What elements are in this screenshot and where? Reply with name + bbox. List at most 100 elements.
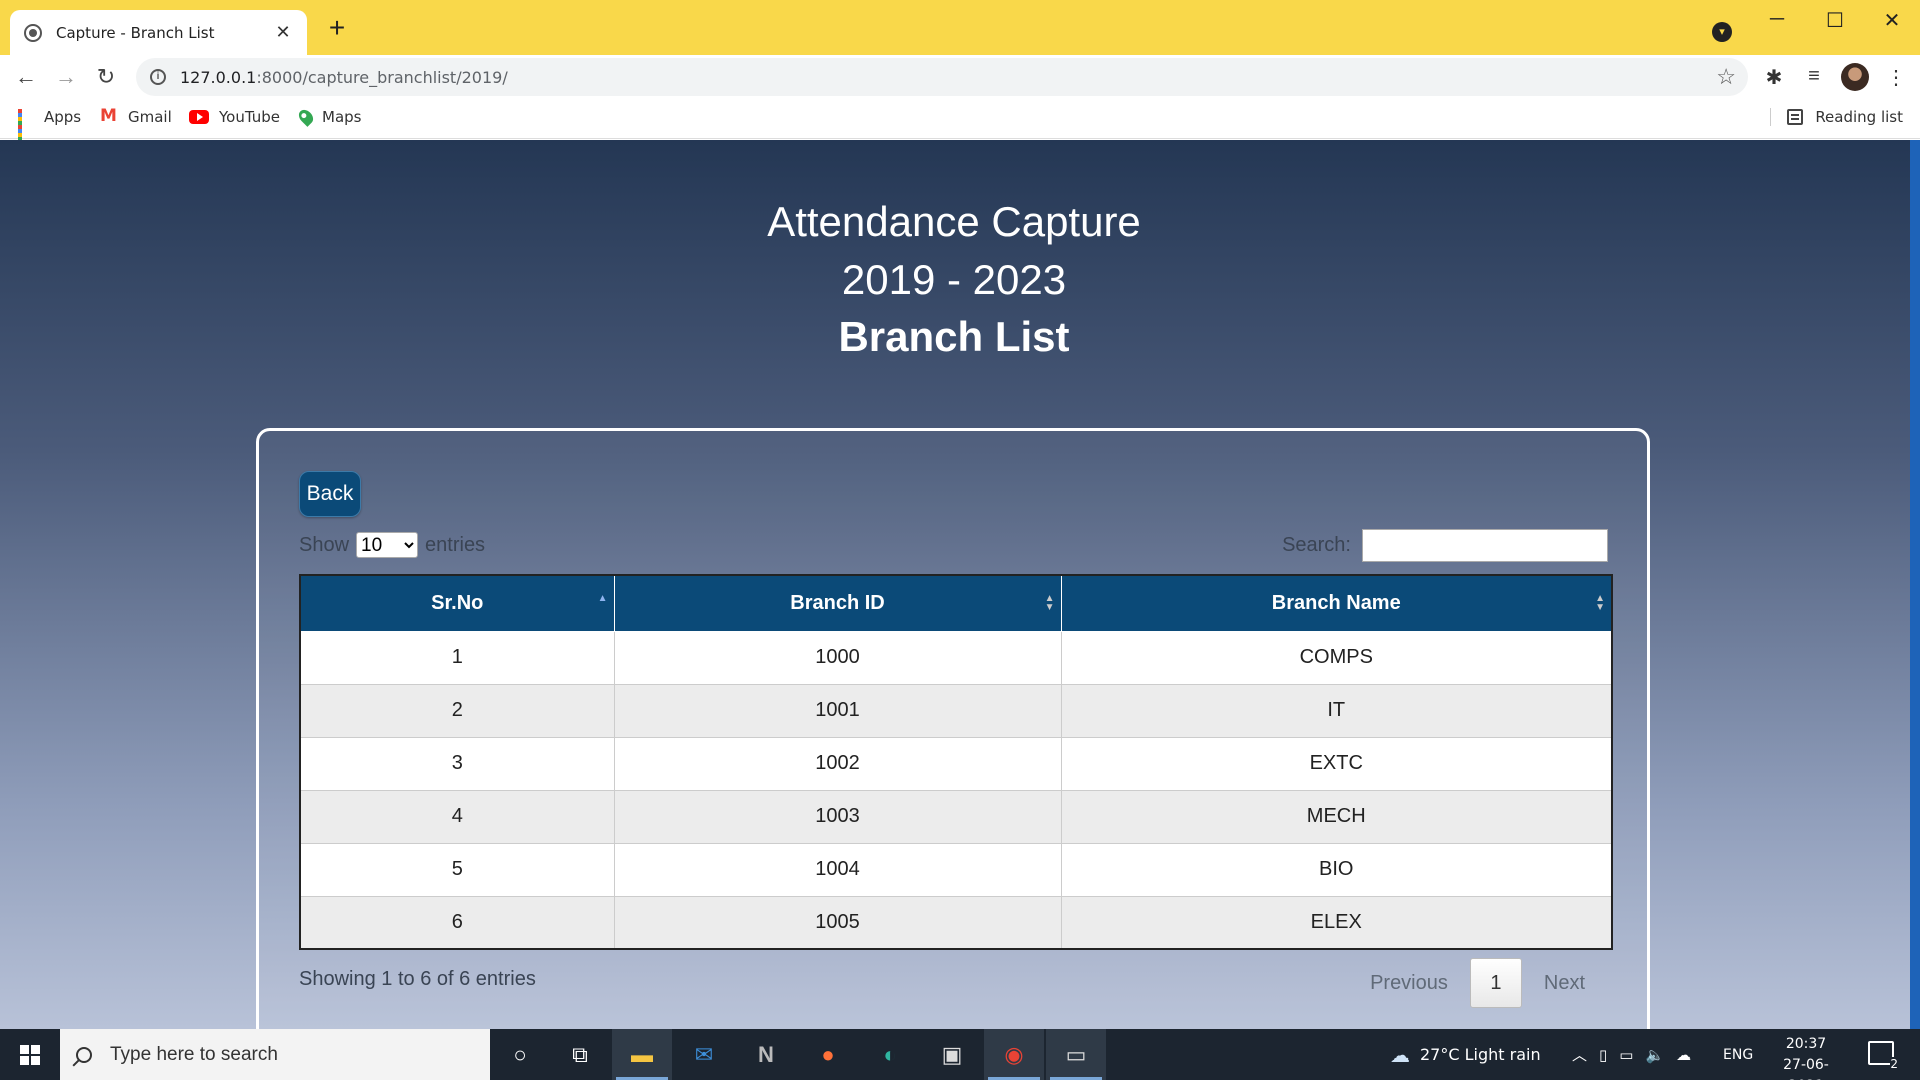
tab-search-icon[interactable]: ▾ [1712,22,1732,42]
table-row: 2 1001 IT [299,684,1613,738]
bookmark-maps[interactable]: Maps [296,107,361,127]
tab-close-button[interactable]: ✕ [273,22,293,43]
profile-avatar[interactable] [1841,63,1869,91]
maps-icon [296,107,316,127]
bookmark-youtube[interactable]: YouTube [189,108,280,126]
media-control-icon[interactable]: ≡ [1800,65,1828,88]
cell-sr-no: 1 [299,631,615,685]
reading-list-label: Reading list [1815,108,1903,126]
bookmark-label: Gmail [128,108,172,126]
bookmark-label: Apps [44,108,82,126]
extensions-icon[interactable]: ✱ [1760,65,1788,90]
apps-grid-icon [18,109,34,145]
chevron-up-icon[interactable]: ︿ [1572,1044,1587,1065]
store-icon[interactable]: ▣ [922,1029,982,1080]
back-button[interactable]: Back [299,471,361,517]
bookmarks-bar: Apps Gmail YouTube Maps Reading list [0,99,1920,145]
previous-page-button[interactable]: Previous [1348,972,1470,995]
current-page-button[interactable]: 1 [1469,958,1522,1008]
column-header-label: Sr.No [431,591,484,614]
windows-start-icon[interactable] [20,1045,40,1065]
chrome-icon[interactable]: ◉ [984,1029,1044,1080]
branch-list-panel: Back Show 102550100 entries Search: Sr.N… [256,428,1650,1029]
cell-branch-id: 1005 [613,896,1062,950]
close-window-button[interactable]: ✕ [1872,8,1912,33]
task-view-icon[interactable]: ⧉ [550,1029,610,1080]
clock-date: 27-06-2021 [1783,1057,1829,1080]
terminal-icon[interactable]: ▭ [1046,1029,1106,1080]
device-icon[interactable]: ▯ [1599,1046,1607,1064]
reading-list-icon [1787,109,1804,125]
minimize-button[interactable]: ─ [1757,8,1797,31]
file-explorer-icon[interactable]: ▬ [612,1029,672,1080]
page-title: Attendance Capture [767,198,1141,245]
reading-list-button[interactable]: Reading list [1770,108,1903,126]
battery-icon[interactable]: ▭ [1619,1046,1633,1064]
bookmark-gmail[interactable]: Gmail [100,106,172,126]
pagination: Previous 1 Next [1348,958,1607,1008]
system-clock[interactable]: 20:37 27-06-2021 [1766,1034,1846,1080]
maximize-button[interactable]: ☐ [1815,8,1855,33]
mail-icon[interactable]: ✉ [674,1029,734,1080]
gmail-icon [100,106,118,126]
search-label: Search: [1282,534,1351,556]
firefox-icon[interactable]: ● [798,1029,858,1080]
language-indicator[interactable]: ENG [1723,1029,1753,1080]
search-input[interactable] [1362,529,1608,562]
table-row: 5 1004 BIO [299,843,1613,897]
cell-branch-name: IT [1060,684,1613,738]
new-tab-button[interactable]: + [322,14,352,44]
sort-both-icon: ▲ ▼ [1044,593,1055,613]
notion-icon[interactable]: N [736,1029,796,1080]
sort-ascending-icon: ▲ [597,593,608,604]
browser-tab[interactable]: Capture - Branch List ✕ [10,10,307,55]
onedrive-icon[interactable]: ☁ [1676,1046,1691,1064]
edge-icon[interactable]: ◐ [860,1029,920,1080]
column-header-branch-id[interactable]: Branch ID ▲ ▼ [613,575,1062,632]
search-control: Search: [1282,529,1608,562]
branch-table: Sr.No ▲ Branch ID ▲▼ Branch Name ▲▼ 1 [299,574,1613,950]
address-bar[interactable]: i 127.0.0.1:8000/capture_branchlist/2019… [136,58,1748,96]
site-info-icon[interactable]: i [150,69,166,85]
back-arrow-icon[interactable]: ← [11,62,41,92]
cell-branch-name: BIO [1060,843,1613,897]
cortana-icon[interactable]: ○ [490,1029,550,1080]
page-length-control: Show 102550100 entries [299,532,485,558]
notifications-icon[interactable]: 2 [1868,1041,1898,1071]
cell-branch-id: 1003 [613,790,1062,844]
bookmark-apps[interactable]: Apps [18,108,82,145]
volume-icon[interactable]: 🔈 [1645,1046,1664,1064]
weather-widget[interactable]: ☁ 27°C Light rain [1390,1029,1541,1080]
bookmark-label: YouTube [219,108,280,126]
cell-branch-id: 1000 [613,631,1062,685]
column-header-sr-no[interactable]: Sr.No ▲ [299,575,615,632]
next-page-button[interactable]: Next [1522,972,1607,995]
taskbar-search-placeholder: Type here to search [110,1043,278,1065]
table-row: 3 1002 EXTC [299,737,1613,791]
url-path: :8000/capture_branchlist/2019/ [256,67,508,87]
forward-arrow-icon[interactable]: → [51,62,81,92]
search-icon [76,1046,92,1063]
bookmark-star-icon[interactable]: ☆ [1716,64,1736,90]
system-tray: ︿ ▯ ▭ 🔈 ☁ [1572,1029,1691,1080]
cell-branch-name: EXTC [1060,737,1613,791]
column-header-label: Branch Name [1271,591,1401,614]
clock-time: 20:37 [1785,1036,1827,1052]
weather-text: 27°C Light rain [1420,1045,1541,1064]
windows-taskbar: Type here to search ○ ⧉ ▬ ✉ N ● ◐ ▣ ◉ ▭ … [0,1029,1920,1080]
menu-kebab-icon[interactable]: ⋮ [1882,65,1910,90]
globe-icon [24,23,42,42]
cell-branch-name: MECH [1060,790,1613,844]
column-header-branch-name[interactable]: Branch Name ▲ ▼ [1060,575,1613,632]
page-length-select[interactable]: 102550100 [356,532,419,558]
sort-both-icon: ▲ ▼ [1595,593,1605,613]
reload-icon[interactable]: ↻ [91,62,121,92]
table-row: 6 1005 ELEX [299,896,1613,950]
page-scrollbar[interactable] [1910,140,1920,1029]
browser-toolbar: ← → ↻ i 127.0.0.1:8000/capture_branchlis… [0,55,1920,99]
cell-branch-id: 1004 [613,843,1062,897]
show-label: Show [299,533,350,556]
cloud-rain-icon: ☁ [1390,1042,1410,1067]
taskbar-search-box[interactable]: Type here to search [60,1029,490,1080]
table-row: 4 1003 MECH [299,790,1613,844]
